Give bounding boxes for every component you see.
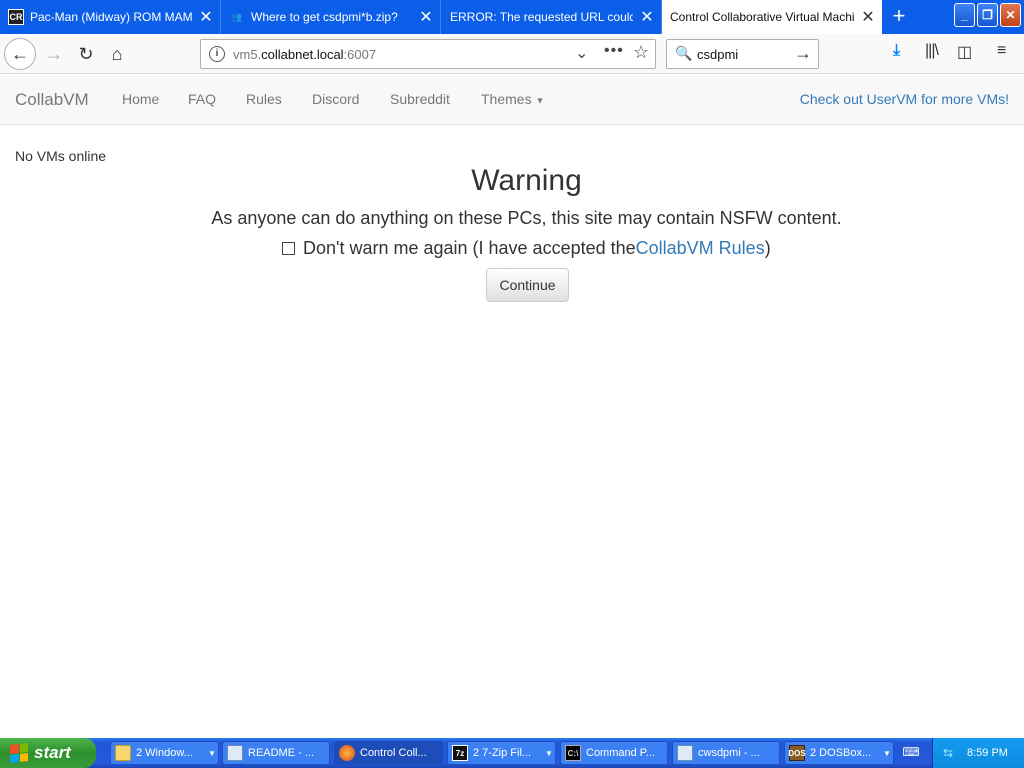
start-label: start [34,743,71,762]
tab-collabvm[interactable]: Control Collaborative Virtual Machines ✕ [662,0,882,34]
tab-title: Where to get csdpmi*b.zip? [251,10,398,24]
tab-url-error[interactable]: ERROR: The requested URL could not ✕ [441,0,662,34]
taskbar-item-dosbox[interactable]: DOS 2 DOSBox... ▼ [784,741,894,765]
themes-label: Themes [481,91,532,107]
hamburger-menu-icon[interactable]: ≡ [997,42,1006,60]
collabvm-rules-link[interactable]: CollabVM Rules [636,238,765,259]
url-subdomain: vm5. [233,47,262,62]
minimize-button[interactable]: _ [954,3,975,27]
taskbar-item-readme[interactable]: README - ... [222,741,330,765]
url-bar[interactable]: i vm5.collabnet.local:6007 ⌄ ••• ☆ [200,39,656,69]
home-icon[interactable]: ⌂ [101,38,133,70]
firefox-icon [339,745,355,761]
windows-logo-icon [10,743,28,763]
warning-text: As anyone can do anything on these PCs, … [211,208,842,228]
search-input[interactable]: csdpmi [697,47,738,62]
taskbar-item-7zip[interactable]: 7z 2 7-Zip Fil... ▼ [447,741,556,765]
dosbox-icon: DOS [788,745,806,761]
forward-arrow-icon[interactable]: → [38,38,70,70]
site-brand[interactable]: CollabVM [15,90,89,110]
tab-close-icon[interactable]: ✕ [854,7,882,27]
download-icon[interactable]: ⤓ [893,42,900,60]
reload-icon[interactable]: ↻ [70,38,102,70]
restore-button[interactable]: ❐ [977,3,998,27]
keyboard-icon[interactable]: ⌨ [902,745,920,761]
network-icon[interactable]: ⇆ [943,746,957,760]
nav-link-faq[interactable]: FAQ [188,91,216,107]
taskbar-item-windows[interactable]: 2 Window... ▼ [110,741,219,765]
tab-pacman-rom[interactable]: CR Pac-Man (Midway) ROM MAME - E ✕ [0,0,221,34]
close-window-button[interactable]: ✕ [1000,3,1021,27]
folder-icon [115,745,131,761]
vm-status-text: No VMs online [15,148,107,164]
taskbar-item-firefox[interactable]: Control Coll... [334,741,443,765]
search-bar[interactable]: 🔍 csdpmi → [666,39,819,69]
chevron-down-icon[interactable]: ⌄ [575,43,588,63]
people-icon: 👥 [231,11,243,22]
site-navbar: CollabVM Home FAQ Rules Discord Subreddi… [0,75,1024,125]
back-arrow-icon[interactable]: ← [4,38,36,70]
cr-favicon-icon: CR [8,9,24,25]
dont-warn-label[interactable]: Don't warn me again (I have accepted the [303,238,636,259]
page-actions-icon[interactable]: ••• [604,42,624,60]
7zip-icon: 7z [452,745,468,761]
nav-link-discord[interactable]: Discord [312,91,359,107]
nav-link-subreddit[interactable]: Subreddit [390,91,450,107]
dont-warn-row: Don't warn me again (I have accepted the… [282,238,771,259]
taskbar-item-label: README - ... [248,747,315,759]
tab-close-icon[interactable]: ✕ [192,7,220,27]
info-icon[interactable]: i [209,46,225,62]
nav-link-home[interactable]: Home [122,91,159,107]
search-go-arrow-icon[interactable]: → [794,43,812,64]
url-host: collabnet.local [261,47,344,62]
system-tray: ⇆ 8:59 PM [932,738,1024,768]
nav-dropdown-themes[interactable]: Themes ▼ [481,91,544,107]
bookmark-star-icon[interactable]: ☆ [633,42,649,63]
navigation-toolbar: ← → ↻ ⌂ i vm5.collabnet.local:6007 ⌄ •••… [0,34,1024,74]
caret-down-icon: ▼ [535,95,545,106]
group-arrow-icon: ▼ [208,748,216,758]
warning-title: Warning [471,164,582,197]
library-icon[interactable]: |||\ [925,42,939,60]
group-arrow-icon: ▼ [545,748,553,758]
dont-warn-checkbox[interactable] [282,242,295,255]
tab-title: ERROR: The requested URL could not [450,10,633,24]
start-button[interactable]: start [0,738,96,768]
nav-link-rules[interactable]: Rules [246,91,282,107]
taskbar-item-label: cwsdpmi - ... [698,747,760,759]
taskbar-item-cwsdpmi[interactable]: cwsdpmi - ... [672,741,780,765]
search-icon: 🔍 [675,45,693,61]
dont-warn-label-end: ) [764,238,771,258]
taskbar-item-label: 2 Window... [136,747,193,759]
tab-close-icon[interactable]: ✕ [412,7,440,27]
clock[interactable]: 8:59 PM [967,747,1008,759]
tab-title: Pac-Man (Midway) ROM MAME - E [30,10,192,24]
cmd-icon: C:\ [565,745,581,761]
url-text[interactable]: vm5.collabnet.local:6007 [233,47,376,62]
url-port: :6007 [343,47,377,62]
taskbar-item-label: 2 DOSBox... [810,747,872,759]
tab-title: Control Collaborative Virtual Machines [670,10,854,24]
notepad-icon [227,745,243,761]
group-arrow-icon: ▼ [883,748,891,758]
sidebar-icon[interactable]: ◫ [957,42,972,62]
taskbar-item-command-prompt[interactable]: C:\ Command P... [560,741,668,765]
tab-csdpmi-question[interactable]: 👥 Where to get csdpmi*b.zip? ✕ [221,0,441,34]
taskbar-item-label: Control Coll... [360,747,427,759]
uservm-link[interactable]: Check out UserVM for more VMs! [800,91,1009,107]
notepad-icon [677,745,693,761]
windows-taskbar: start 2 Window... ▼ README - ... Control… [0,738,1024,768]
browser-tab-bar: CR Pac-Man (Midway) ROM MAME - E ✕ 👥 Whe… [0,0,1024,34]
continue-button[interactable]: Continue [486,268,569,302]
new-tab-button[interactable]: + [884,0,914,34]
taskbar-item-label: 2 7-Zip Fil... [473,747,532,759]
tab-close-icon[interactable]: ✕ [633,7,661,27]
taskbar-item-label: Command P... [586,747,655,759]
